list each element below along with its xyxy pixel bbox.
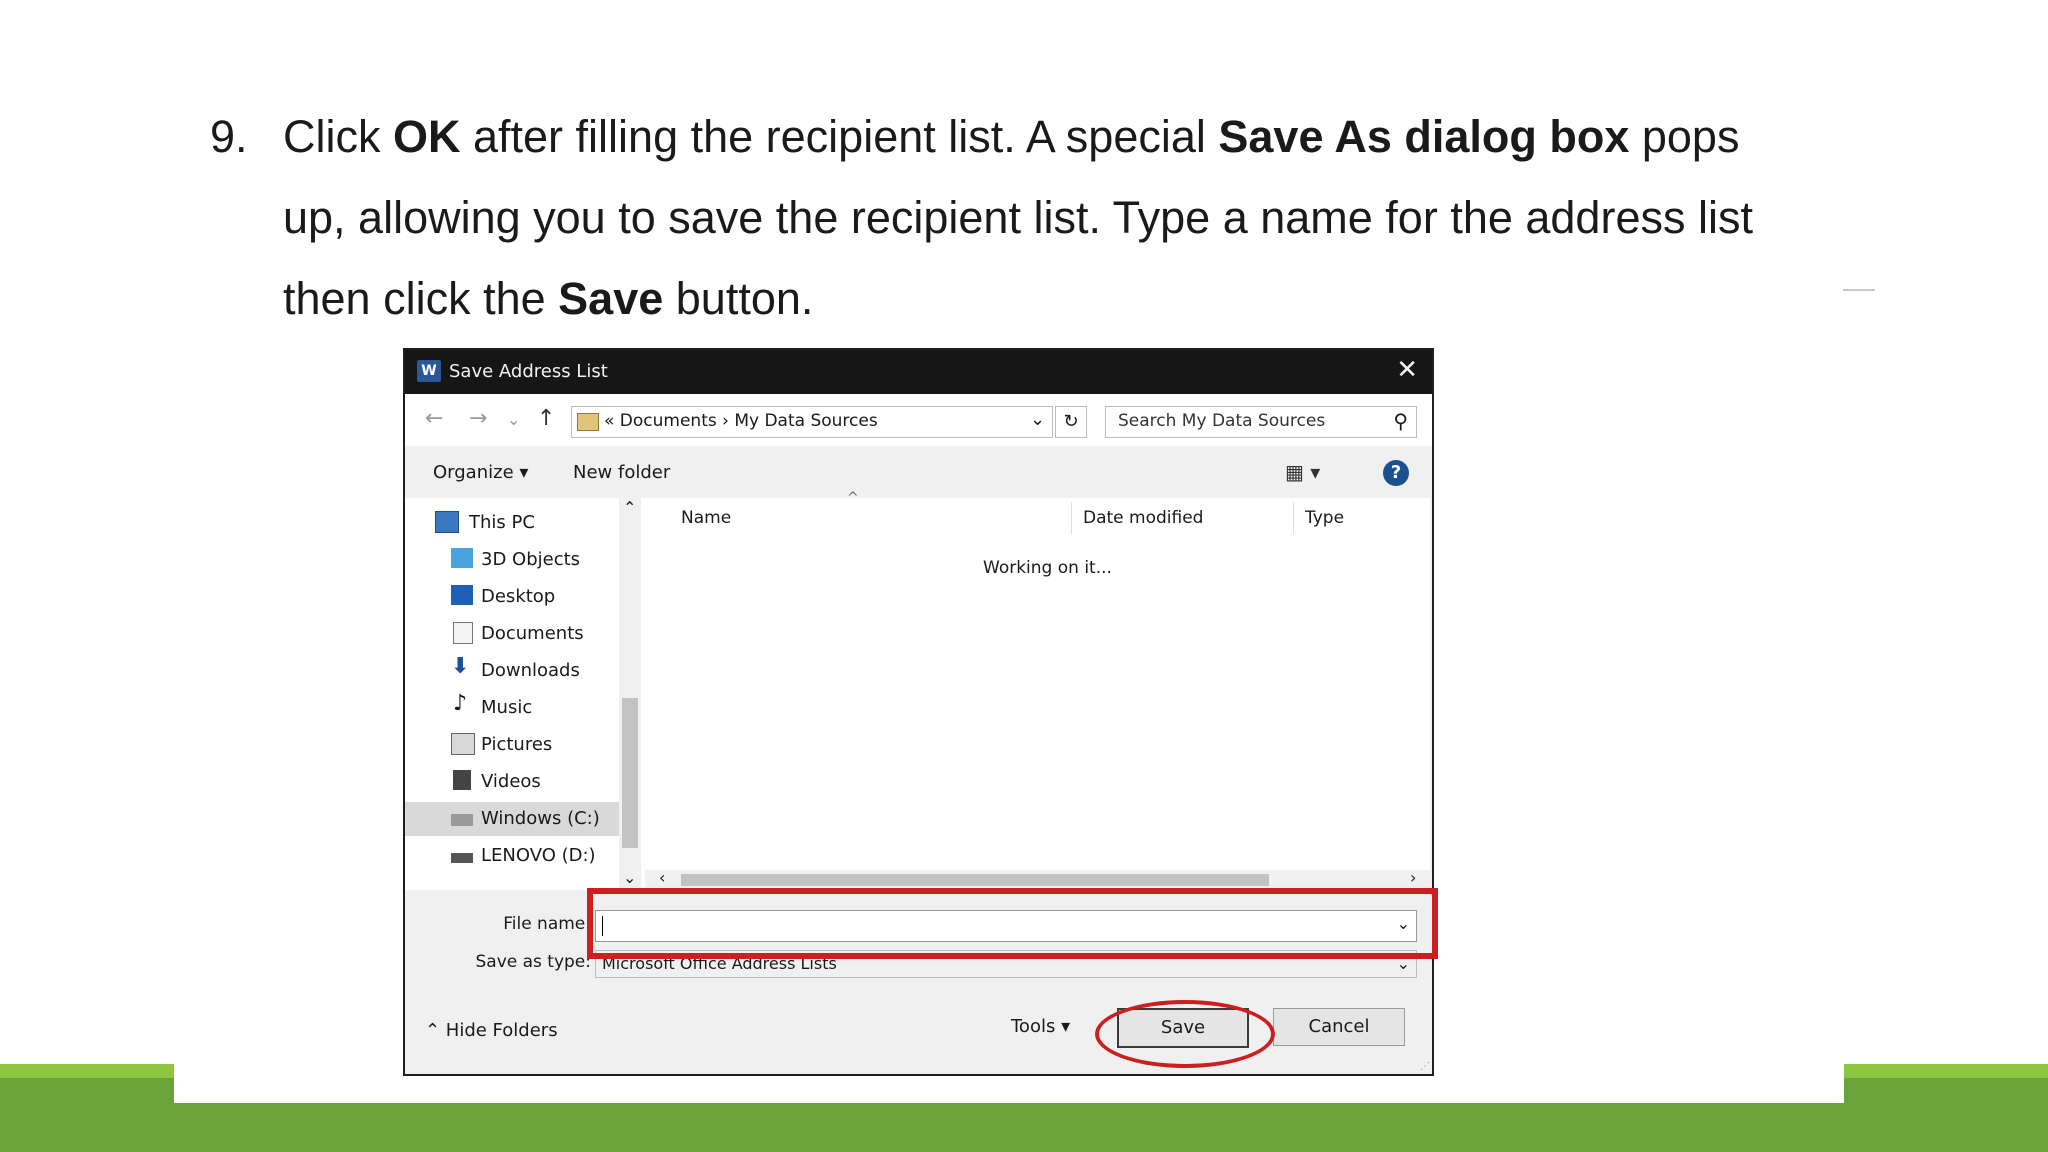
nav-item-windows-c[interactable]: Windows (C:) <box>405 802 625 836</box>
pictures-icon <box>451 733 475 755</box>
nav-item-label: LENOVO (D:) <box>481 845 596 866</box>
footer-bar-left <box>0 1078 174 1103</box>
resize-grip-icon[interactable]: ⋰ <box>1420 1061 1430 1072</box>
drive-icon <box>451 814 473 826</box>
tools-menu-button[interactable]: Tools ▾ <box>1011 1016 1070 1037</box>
file-name-highlight-box <box>587 888 1438 959</box>
organize-menu-button[interactable]: Organize ▾ <box>433 462 528 483</box>
nav-item-lenovo-d[interactable]: LENOVO (D:) <box>405 839 625 873</box>
scroll-down-icon[interactable]: ⌄ <box>623 868 636 887</box>
nav-item-label: Downloads <box>481 660 580 681</box>
up-arrow-icon[interactable]: ↑ <box>537 406 555 431</box>
step-number: 9. <box>210 111 248 162</box>
nav-item-documents[interactable]: Documents <box>405 617 625 651</box>
column-divider <box>1071 502 1072 534</box>
file-list-pane: ^ Name Date modified Type Working on it.… <box>645 490 1430 890</box>
folder-icon <box>577 413 599 431</box>
text-fragment: then click the <box>283 273 559 324</box>
refresh-icon[interactable]: ↻ <box>1055 406 1087 438</box>
scroll-up-icon[interactable]: ⌃ <box>623 498 636 517</box>
nav-item-label: Windows (C:) <box>481 808 600 829</box>
address-bar[interactable]: « Documents › My Data Sources ⌄ <box>571 406 1053 438</box>
pc-icon <box>435 511 459 533</box>
instruction-line-2: up, allowing you to save the recipient l… <box>283 192 1753 243</box>
search-icon: ⚲ <box>1393 409 1408 433</box>
nav-item-music[interactable]: ♪ Music <box>405 691 625 725</box>
desktop-icon <box>451 585 473 605</box>
save-as-type-label: Save as type: <box>475 952 591 972</box>
download-icon: ⬇ <box>451 654 470 679</box>
footer-accent-left <box>0 1064 174 1078</box>
nav-item-label: Desktop <box>481 586 556 607</box>
column-divider <box>1293 502 1294 534</box>
loading-status-text: Working on it... <box>983 558 1112 578</box>
address-dropdown-icon[interactable]: ⌄ <box>1030 409 1045 430</box>
footer-accent-right <box>1844 1064 2048 1078</box>
scroll-left-icon[interactable]: ‹ <box>659 868 665 887</box>
help-icon[interactable]: ? <box>1383 460 1409 486</box>
music-icon: ♪ <box>453 691 468 716</box>
nav-item-label: Documents <box>481 623 584 644</box>
instruction-line-1: Click OK after filling the recipient lis… <box>283 96 1863 177</box>
word-logo-icon: W <box>417 360 441 382</box>
drive-icon <box>451 853 473 863</box>
file-name-label: File name: <box>503 914 591 934</box>
nav-item-label: Pictures <box>481 734 553 755</box>
videos-icon <box>453 770 471 790</box>
text-fragment: button. <box>663 273 814 324</box>
bold-save: Save <box>558 273 664 324</box>
column-header-type[interactable]: Type <box>1305 508 1344 528</box>
bold-save-as-dialog: Save As dialog box <box>1218 111 1630 162</box>
navigation-scrollbar[interactable]: ⌃ ⌄ <box>619 498 641 890</box>
column-header-date-modified[interactable]: Date modified <box>1083 508 1203 528</box>
nav-item-label: Videos <box>481 771 541 792</box>
nav-item-videos[interactable]: Videos <box>405 765 625 799</box>
nav-item-3d-objects[interactable]: 3D Objects <box>405 543 625 577</box>
instruction-line-3: then click the Save button. <box>283 258 1863 339</box>
sort-caret-icon: ^ <box>847 490 859 506</box>
text-fragment: Click <box>283 111 393 162</box>
recent-locations-icon[interactable]: ⌄ <box>507 410 520 429</box>
new-folder-button[interactable]: New folder <box>573 462 670 483</box>
cancel-button[interactable]: Cancel <box>1273 1008 1405 1046</box>
save-address-list-dialog: W Save Address List ✕ ← → ⌄ ↑ « Document… <box>403 348 1434 1076</box>
toolbar: Organize ▾ New folder ▦ ▾ ? <box>405 448 1432 496</box>
document-icon <box>453 622 473 644</box>
nav-item-label: 3D Objects <box>481 549 581 570</box>
scroll-right-icon[interactable]: › <box>1410 868 1416 887</box>
title-bar: W Save Address List ✕ <box>405 350 1432 394</box>
nav-item-pictures[interactable]: Pictures <box>405 728 625 762</box>
nav-item-downloads[interactable]: ⬇ Downloads <box>405 654 625 688</box>
bold-ok: OK <box>393 111 461 162</box>
text-fragment: after filling the recipient list. A spec… <box>460 111 1219 162</box>
navigation-pane: This PC 3D Objects Desktop Documents ⬇ D… <box>405 498 645 890</box>
scrollbar-thumb[interactable] <box>681 874 1269 886</box>
footer-bar <box>0 1103 2048 1152</box>
nav-item-desktop[interactable]: Desktop <box>405 580 625 614</box>
text-fragment: pops <box>1629 111 1740 162</box>
footer-bar-right <box>1844 1078 2048 1103</box>
scrollbar-thumb[interactable] <box>622 698 638 848</box>
close-icon[interactable]: ✕ <box>1396 355 1418 385</box>
search-input[interactable]: Search My Data Sources ⚲ <box>1105 406 1417 438</box>
nav-item-this-pc[interactable]: This PC <box>405 506 625 540</box>
address-path: « Documents › My Data Sources <box>604 411 878 431</box>
back-arrow-icon[interactable]: ← <box>425 406 443 431</box>
change-view-icon[interactable]: ▦ ▾ <box>1285 460 1320 484</box>
dialog-title: Save Address List <box>449 361 608 382</box>
column-header-name[interactable]: Name <box>681 508 731 528</box>
cube-icon <box>451 548 473 568</box>
search-placeholder: Search My Data Sources <box>1118 411 1326 431</box>
nav-item-label: This PC <box>469 512 535 533</box>
hide-folders-button[interactable]: ⌃ Hide Folders <box>425 1020 558 1041</box>
forward-arrow-icon[interactable]: → <box>469 406 487 431</box>
save-button-highlight-oval <box>1095 1000 1275 1068</box>
horizontal-scrollbar[interactable]: ‹ › <box>645 868 1430 890</box>
nav-item-label: Music <box>481 697 533 718</box>
